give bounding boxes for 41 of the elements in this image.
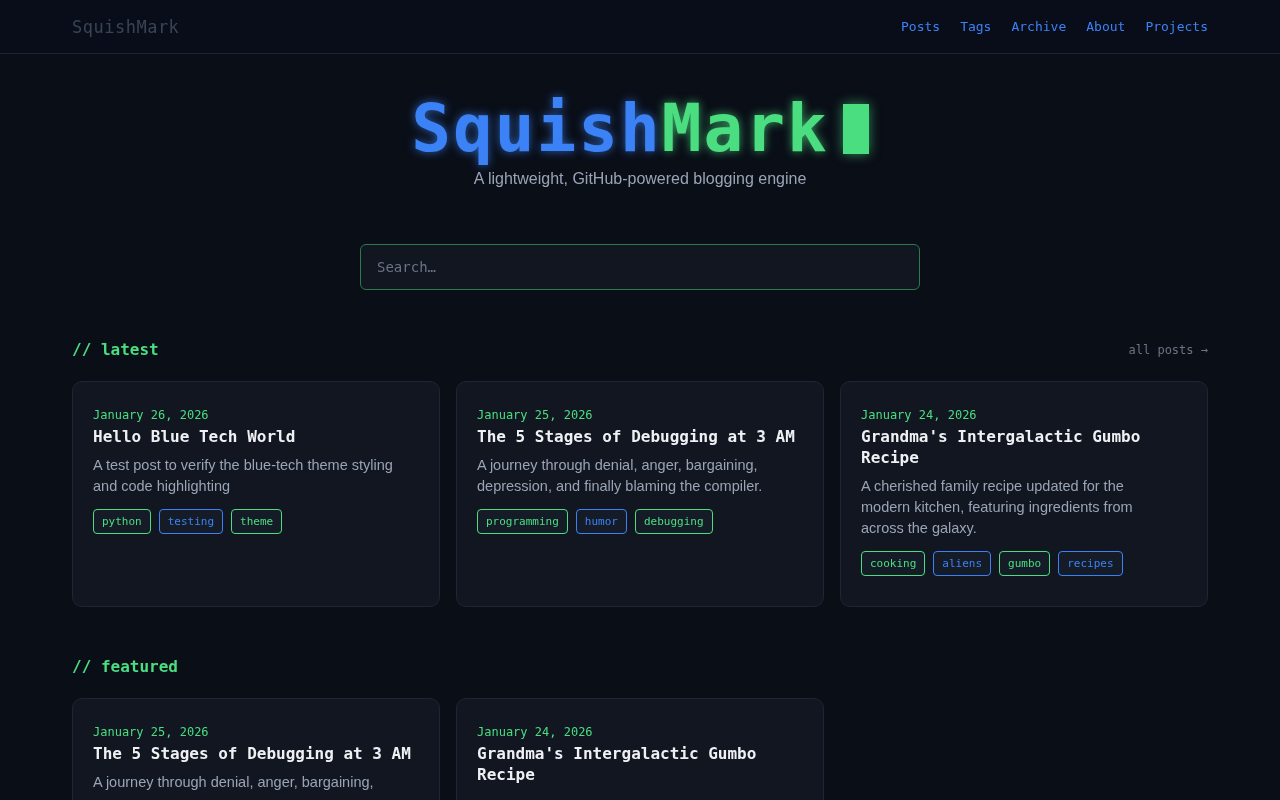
tag-chip[interactable]: theme <box>231 509 283 534</box>
post-title[interactable]: Grandma's Intergalactic Gumbo Recipe <box>861 426 1187 468</box>
tag-chip[interactable]: recipes <box>1058 551 1123 576</box>
post-title[interactable]: The 5 Stages of Debugging at 3 AM <box>477 426 803 447</box>
post-date: January 25, 2026 <box>477 408 594 422</box>
tag-chip[interactable]: cooking <box>861 551 926 576</box>
post-summary: A journey through denial, anger, bargaining, depression, and finally blaming the compiler. <box>477 456 764 496</box>
post-date: January 25, 2026 <box>93 725 210 739</box>
post-date: January 24, 2026 <box>477 725 594 739</box>
post-card[interactable]: January 26, 2026 Hello Blue Tech World A test post to verify the blue-tech theme styling and code highlighting python testing theme <box>72 381 440 607</box>
tagline: A lightweight, GitHub-powered blogging engine <box>473 170 807 188</box>
nav-link[interactable]: About <box>1086 19 1126 34</box>
nav-link[interactable]: Archive <box>1011 19 1067 34</box>
nav-link[interactable]: Projects <box>1145 19 1208 34</box>
tag-chip[interactable]: programming <box>477 509 568 534</box>
post-title[interactable]: The 5 Stages of Debugging at 3 AM <box>93 743 419 764</box>
tag-chip[interactable]: debugging <box>635 509 713 534</box>
section-heading: // featured <box>72 657 178 676</box>
search-field[interactable]: Search… <box>360 244 920 290</box>
post-date: January 26, 2026 <box>93 408 210 422</box>
post-summary: A journey through denial, anger, bargaining, <box>93 773 375 792</box>
all-posts-link[interactable]: all posts → <box>1128 342 1208 357</box>
cursor-icon <box>842 104 869 154</box>
section-heading: // latest <box>72 340 159 359</box>
tag-chip[interactable]: aliens <box>933 551 992 576</box>
nav-link[interactable]: Posts <box>901 19 941 34</box>
tag-chip[interactable]: testing <box>158 509 224 534</box>
nav-link[interactable]: Tags <box>960 19 992 34</box>
post-card[interactable]: January 24, 2026 Grandma's Intergalactic Gumbo Recipe <box>456 698 824 800</box>
post-date: January 24, 2026 <box>861 408 978 422</box>
post-summary: A cherished family recipe updated for the modern kitchen, featuring ingredients from across the galaxy. <box>861 477 1134 538</box>
post-summary: A test post to verify the blue-tech theme styling and code highlighting <box>93 456 394 496</box>
post-card[interactable]: January 25, 2026 The 5 Stages of Debugging at 3 AM A journey through denial, anger, bargaining, <box>72 698 440 800</box>
post-title[interactable]: Grandma's Intergalactic Gumbo Recipe <box>477 743 803 785</box>
tag-chip[interactable]: humor <box>575 509 627 534</box>
hero-title: SquishMark <box>411 94 829 164</box>
tag-chip[interactable]: python <box>93 509 151 534</box>
tag-chip[interactable]: gumbo <box>999 551 1051 576</box>
post-card[interactable]: January 24, 2026 Grandma's Intergalactic Gumbo Recipe A cherished family recipe updated for the modern kitchen, featuring ingredients from across the galaxy. cooking aliens gumbo recipes <box>840 381 1208 607</box>
post-title[interactable]: Hello Blue Tech World <box>93 426 419 447</box>
post-card[interactable]: January 25, 2026 The 5 Stages of Debugging at 3 AM A journey through denial, anger, bargaining, depression, and finally blaming the compiler. programming humor debugging <box>456 381 824 607</box>
